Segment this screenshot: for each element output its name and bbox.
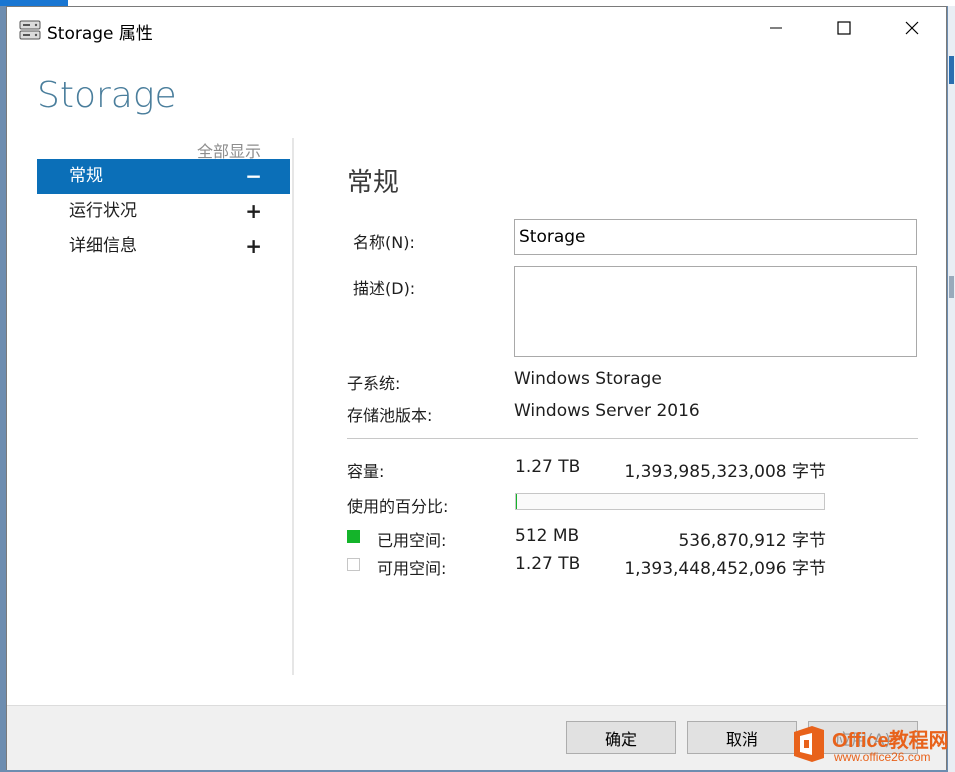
nav-item-general[interactable]: 常规 − [37, 159, 290, 194]
expand-icon: + [245, 234, 262, 258]
section-separator [347, 438, 918, 439]
nav-item-label: 常规 [69, 166, 103, 186]
properties-dialog: Storage 属性 Storage 全部显示 常规 − 运行状况 + 详细信息… [6, 6, 947, 770]
subsystem-value: Windows Storage [514, 369, 662, 389]
watermark: Office教程网 www.office26.com [790, 724, 950, 768]
subsystem-label: 子系统: [347, 374, 401, 393]
close-button[interactable] [878, 7, 946, 49]
nav-item-label: 详细信息 [69, 236, 137, 256]
title-bar[interactable]: Storage 属性 [7, 7, 946, 49]
maximize-icon [837, 21, 851, 35]
free-space-bytes: 1,393,448,452,096 字节 [624, 559, 826, 579]
watermark-title: Office教程网 [832, 730, 949, 752]
used-space-bytes: 536,870,912 字节 [678, 531, 826, 551]
nav-item-label: 运行状况 [69, 201, 137, 221]
collapse-icon: − [245, 164, 262, 188]
nav-item-details[interactable]: 详细信息 + [37, 229, 290, 264]
usage-progress-bar [515, 493, 825, 510]
capacity-value: 1.27 TB [515, 457, 581, 477]
pool-version-value: Windows Server 2016 [514, 401, 700, 421]
watermark-url: www.office26.com [834, 750, 931, 764]
free-space-swatch [347, 558, 360, 571]
section-title: 常规 [347, 168, 400, 198]
percent-used-label: 使用的百分比: [347, 497, 449, 516]
maximize-button[interactable] [810, 7, 878, 49]
background-scroll-marker-2 [949, 276, 954, 298]
cancel-button[interactable]: 取消 [687, 721, 797, 754]
background-window-edge [948, 6, 955, 772]
minimize-icon [770, 27, 782, 29]
section-nav: 常规 − 运行状况 + 详细信息 + [37, 159, 290, 264]
pool-version-label: 存储池版本: [347, 406, 433, 425]
name-input[interactable] [514, 219, 917, 255]
nav-divider [292, 138, 294, 675]
used-space-value: 512 MB [515, 526, 580, 546]
storage-pool-icon [19, 19, 41, 41]
description-input[interactable] [514, 266, 917, 357]
page-heading: Storage [37, 75, 177, 116]
used-space-swatch [347, 530, 360, 543]
window-title: Storage 属性 [47, 24, 153, 44]
description-label: 描述(D): [353, 279, 416, 298]
free-space-label: 可用空间: [377, 559, 447, 578]
ok-button[interactable]: 确定 [566, 721, 676, 754]
minimize-button[interactable] [742, 7, 810, 49]
usage-progress-fill [516, 494, 517, 509]
name-label: 名称(N): [353, 233, 415, 252]
background-scroll-marker [949, 56, 954, 84]
free-space-value: 1.27 TB [515, 554, 581, 574]
capacity-label: 容量: [347, 462, 385, 481]
capacity-bytes: 1,393,985,323,008 字节 [624, 462, 826, 482]
close-icon [905, 21, 919, 35]
expand-icon: + [245, 199, 262, 223]
nav-item-health[interactable]: 运行状况 + [37, 194, 290, 229]
office-logo-icon [790, 724, 828, 764]
used-space-label: 已用空间: [377, 531, 447, 550]
